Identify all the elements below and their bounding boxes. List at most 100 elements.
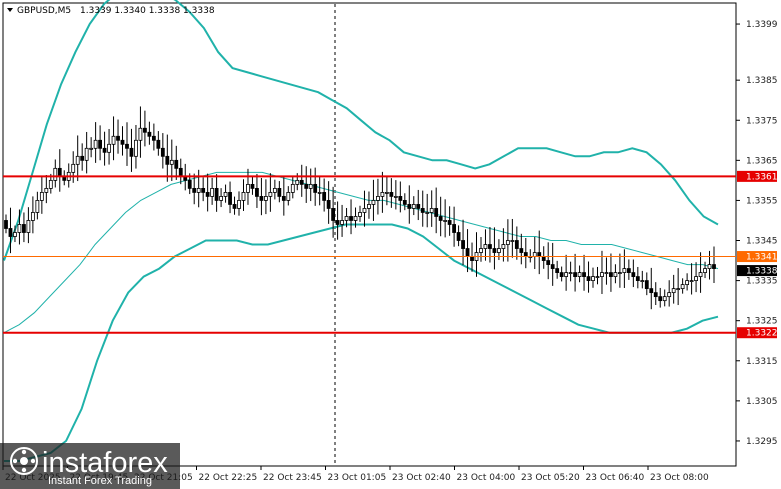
- candle-body: [488, 244, 492, 249]
- candle-body: [187, 179, 192, 189]
- candle-body: [22, 224, 26, 233]
- price-chart[interactable]: 1.3399 1.3385 1.3375 1.3365 1.3355 1.3345 1.33…: [0, 0, 781, 489]
- candle-body: [358, 212, 362, 217]
- candle-body: [151, 135, 156, 141]
- price-tick-label: 1.3355: [746, 196, 778, 206]
- candle-body: [685, 280, 690, 286]
- price-tick-label: 1.3385: [746, 76, 778, 86]
- candle-body: [586, 276, 591, 282]
- chart-header: GBPUSD,M5 1.3339 1.3340 1.3338 1.3338: [7, 6, 215, 16]
- candle-body: [286, 192, 291, 201]
- candle-body: [483, 244, 488, 249]
- price-axis: 1.3399 1.3385 1.3375 1.3365 1.3355 1.3345 1.33…: [736, 20, 778, 447]
- candle-body: [532, 252, 537, 257]
- support-price-tag: 1.3322: [737, 327, 778, 339]
- time-tick-label: 23 Oct 05:20: [521, 473, 580, 483]
- candle-body: [447, 220, 452, 225]
- candle-body: [263, 196, 268, 201]
- candle-body: [138, 127, 143, 141]
- candle-body: [703, 268, 707, 273]
- candle-body: [402, 200, 407, 205]
- candle-body: [362, 208, 367, 213]
- candle-body: [631, 272, 636, 277]
- candle-body: [443, 220, 448, 222]
- candle-body: [304, 183, 309, 189]
- candle-body: [331, 208, 336, 221]
- candle-body: [689, 280, 694, 283]
- candle-body: [268, 192, 273, 197]
- candle-body: [519, 248, 524, 253]
- candle-body: [241, 192, 246, 201]
- candle-body: [393, 196, 398, 198]
- candle-body: [434, 208, 439, 217]
- candle-body: [196, 187, 201, 193]
- candle-body: [367, 204, 371, 209]
- candle-body: [201, 187, 206, 193]
- candle-body: [501, 244, 506, 249]
- candle-body: [595, 276, 600, 278]
- candle-body: [169, 159, 174, 165]
- candle-body: [290, 183, 295, 193]
- candle-body: [653, 292, 658, 298]
- instaforex-watermark: instaforex Instant Forex Trading: [0, 443, 180, 489]
- candle-body: [667, 292, 672, 298]
- price-tick-label: 1.3365: [746, 156, 778, 166]
- time-tick-label: 23 Oct 08:00: [650, 473, 709, 483]
- candle-body: [577, 272, 582, 277]
- candle-body: [259, 196, 264, 201]
- candle-body: [505, 240, 510, 245]
- candle-body: [411, 204, 416, 209]
- candle-body: [246, 183, 250, 193]
- candle-body: [671, 288, 676, 294]
- candle-body: [541, 256, 546, 261]
- candle-body: [35, 200, 40, 213]
- candle-body: [237, 200, 241, 209]
- candle-body: [335, 220, 340, 225]
- candle-body: [174, 159, 179, 169]
- candle-body: [98, 139, 103, 149]
- candle-body: [626, 268, 631, 273]
- svg-text:1.3361: 1.3361: [746, 172, 778, 182]
- candle-body: [407, 204, 412, 209]
- candle-body: [389, 192, 394, 197]
- candle-body: [116, 135, 120, 141]
- candle-body: [376, 196, 380, 201]
- last-price-tag: 1.3338: [737, 265, 778, 277]
- candle-body: [48, 179, 53, 189]
- candle-body: [600, 272, 604, 277]
- candle-body: [26, 220, 31, 233]
- candle-body: [308, 183, 313, 189]
- candle-body: [456, 232, 461, 241]
- price-tick-label: 1.3325: [746, 317, 778, 327]
- time-tick-label: 23 Oct 01:05: [328, 473, 387, 483]
- trading-chart-window[interactable]: 1.3399 1.3385 1.3375 1.3365 1.3355 1.3345 1.33…: [0, 0, 781, 489]
- candle-body: [384, 192, 389, 194]
- candle-body: [353, 216, 358, 221]
- candle-body: [622, 268, 627, 273]
- candle-body: [344, 216, 349, 221]
- time-tick-label: 22 Oct 23:45: [263, 473, 322, 483]
- candle-body: [694, 276, 698, 282]
- candle-body: [635, 276, 640, 282]
- candle-body: [156, 139, 161, 149]
- candle-body: [71, 163, 76, 173]
- candle-body: [613, 272, 618, 277]
- candle-body: [479, 248, 483, 253]
- candle-body: [371, 200, 376, 205]
- candle-body: [510, 240, 515, 242]
- candle-body: [658, 296, 663, 302]
- candle-body: [214, 187, 219, 201]
- candle-body: [398, 196, 403, 201]
- candle-body: [604, 272, 609, 274]
- candle-body: [232, 204, 237, 209]
- candle-body: [452, 224, 457, 233]
- candle-body: [13, 232, 17, 237]
- watermark-tagline: Instant Forex Trading: [48, 475, 152, 487]
- candle-body: [93, 139, 98, 149]
- candle-body: [492, 248, 497, 253]
- candle-body: [349, 216, 353, 221]
- candle-body: [340, 220, 344, 225]
- candle-body: [17, 224, 22, 233]
- candle-body: [30, 212, 35, 221]
- candle-body: [75, 155, 80, 165]
